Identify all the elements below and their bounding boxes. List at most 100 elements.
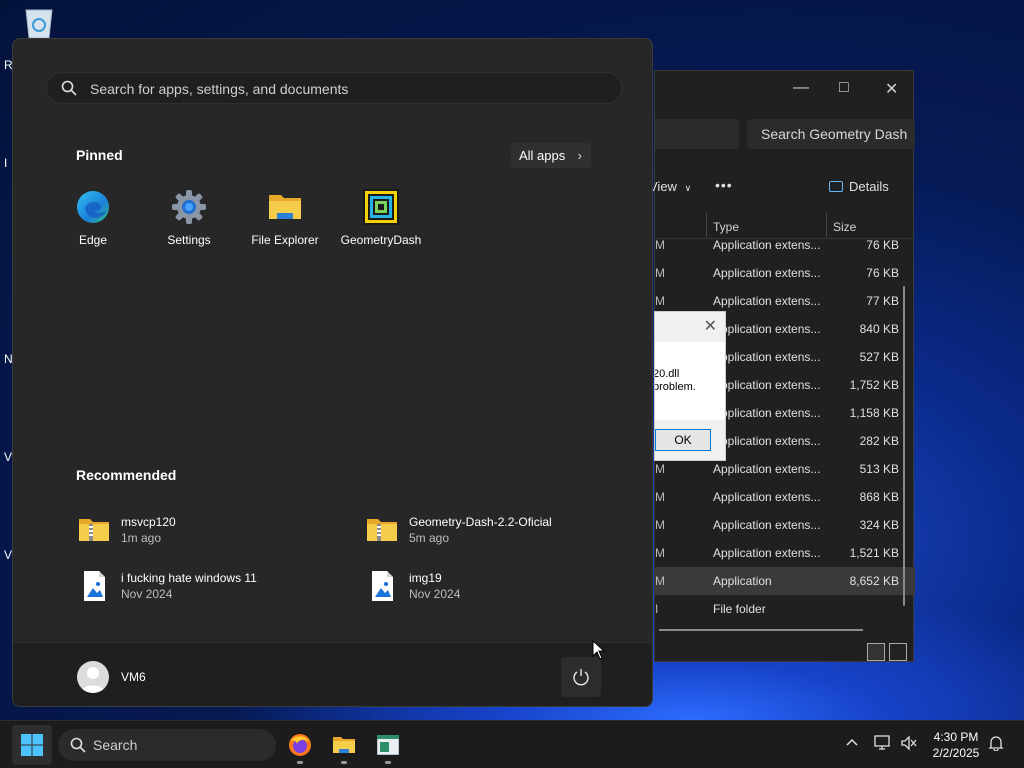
pinned-app-settings[interactable]: Settings: [141, 189, 237, 247]
row-size: 1,752 KB: [849, 378, 899, 392]
clock-date: 2/2/2025: [932, 746, 980, 760]
vertical-scrollbar[interactable]: [903, 286, 905, 606]
large-icons-view-icon[interactable]: [889, 643, 907, 661]
ok-button[interactable]: OK: [655, 429, 711, 451]
row-size: 282 KB: [859, 434, 899, 448]
row-type: Application extens...: [713, 266, 821, 280]
table-row-selected[interactable]: M Application 8,652 KB: [655, 567, 915, 595]
pinned-app-geometrydash[interactable]: GeometryDash: [333, 189, 429, 247]
speaker-muted-icon[interactable]: [900, 735, 918, 756]
recommended-time: 5m ago: [409, 531, 450, 545]
zip-folder-icon: [77, 513, 111, 547]
view-label: View: [649, 179, 677, 194]
start-menu: Search for apps, settings, and documents…: [12, 38, 653, 707]
recommended-title: Recommended: [76, 467, 177, 483]
image-file-icon: [77, 569, 111, 603]
taskbar-search-label: Search: [93, 737, 138, 753]
recommended-name: i fucking hate windows 11: [121, 571, 257, 585]
error-dialog[interactable]: ✕ 20.dll problem. OK: [654, 311, 726, 461]
row-type: Application extens...: [713, 546, 821, 560]
table-row[interactable]: M Application extens... 76 KB: [655, 259, 915, 287]
start-button[interactable]: [12, 725, 52, 765]
row-fragment: M: [655, 294, 665, 308]
all-apps-label: All apps: [519, 148, 566, 163]
recommended-time: Nov 2024: [409, 587, 461, 601]
details-button[interactable]: Details: [829, 179, 889, 194]
recommended-time: 1m ago: [121, 531, 162, 545]
search-icon: [61, 80, 77, 99]
row-size: 77 KB: [866, 294, 899, 308]
pinned-app-label: File Explorer: [251, 233, 319, 247]
row-type: Application extens...: [713, 490, 821, 504]
more-options-icon[interactable]: •••: [715, 177, 733, 193]
pinned-title: Pinned: [76, 147, 123, 163]
minimize-icon[interactable]: —: [793, 79, 809, 97]
image-file-icon: [365, 569, 399, 603]
taskbar-firefox[interactable]: [284, 729, 316, 761]
avatar[interactable]: [77, 661, 109, 693]
running-indicator: [341, 761, 347, 764]
chevron-down-icon: ∨: [684, 183, 692, 193]
network-icon[interactable]: [874, 735, 892, 756]
row-type: Application extens...: [713, 238, 821, 252]
desktop-label-fragment: V: [4, 548, 13, 562]
zip-folder-icon: [365, 513, 399, 547]
details-label: Details: [849, 179, 889, 194]
dialog-close-icon[interactable]: ✕: [704, 316, 717, 336]
row-type: Application extens...: [713, 378, 821, 392]
taskbar-file-explorer[interactable]: [328, 729, 360, 761]
application-icon: [376, 734, 400, 760]
pinned-app-file-explorer[interactable]: File Explorer: [237, 189, 333, 247]
recommended-item[interactable]: msvcp120 1m ago: [77, 513, 337, 553]
running-indicator: [297, 761, 303, 764]
recommended-name: img19: [409, 571, 442, 585]
row-fragment: M: [655, 266, 665, 280]
taskbar-app-window[interactable]: [372, 729, 404, 761]
row-fragment: M: [655, 238, 665, 252]
table-row[interactable]: M Application extens... 868 KB: [655, 483, 915, 511]
search-placeholder: Search for apps, settings, and documents: [90, 81, 349, 97]
row-fragment: M: [655, 518, 665, 532]
chevron-up-icon[interactable]: [845, 735, 859, 754]
start-search-input[interactable]: Search for apps, settings, and documents: [46, 72, 622, 104]
details-view-icon[interactable]: [867, 643, 885, 661]
row-type: File folder: [713, 602, 766, 616]
table-row[interactable]: M Application extens... 324 KB: [655, 511, 915, 539]
running-indicator: [385, 761, 391, 764]
row-size: 76 KB: [866, 266, 899, 280]
explorer-search-input[interactable]: Search Geometry Dash: [747, 119, 915, 149]
pinned-app-label: Edge: [78, 233, 108, 247]
row-fragment: M: [655, 546, 665, 560]
row-type: Application extens...: [713, 518, 821, 532]
row-fragment: M: [655, 574, 665, 588]
power-icon: [572, 668, 590, 691]
pinned-app-edge[interactable]: Edge: [45, 189, 141, 247]
table-row[interactable]: M Application extens... 76 KB: [655, 231, 915, 259]
row-size: 1,158 KB: [849, 406, 899, 420]
maximize-icon[interactable]: □: [839, 79, 849, 97]
pinned-app-label: GeometryDash: [340, 233, 422, 247]
pinned-app-label: Settings: [167, 233, 211, 247]
table-row[interactable]: M Application extens... 1,521 KB: [655, 539, 915, 567]
recommended-item[interactable]: img19 Nov 2024: [365, 569, 625, 609]
table-row[interactable]: I File folder: [655, 595, 915, 623]
row-type: Application: [713, 574, 772, 588]
user-name[interactable]: VM6: [121, 670, 146, 684]
system-clock[interactable]: 4:30 PM 2/2/2025: [926, 729, 986, 761]
all-apps-button[interactable]: All apps ›: [511, 143, 591, 168]
close-icon[interactable]: ✕: [885, 79, 898, 99]
address-bar[interactable]: [655, 119, 739, 149]
chevron-right-icon: ›: [577, 148, 582, 163]
mouse-cursor-icon: [592, 639, 606, 665]
recommended-item[interactable]: Geometry-Dash-2.2-Oficial 5m ago: [365, 513, 625, 553]
row-size: 868 KB: [859, 490, 899, 504]
view-button[interactable]: View ∨: [649, 179, 691, 194]
search-icon: [70, 737, 86, 756]
explorer-titlebar[interactable]: — □ ✕: [655, 71, 913, 107]
taskbar-search[interactable]: Search: [58, 729, 276, 761]
recommended-item[interactable]: i fucking hate windows 11 Nov 2024: [77, 569, 337, 609]
notification-bell-icon[interactable]: [988, 735, 1004, 756]
recycle-bin-icon[interactable]: [22, 8, 56, 39]
horizontal-scrollbar[interactable]: [659, 629, 863, 631]
row-size: 76 KB: [866, 238, 899, 252]
